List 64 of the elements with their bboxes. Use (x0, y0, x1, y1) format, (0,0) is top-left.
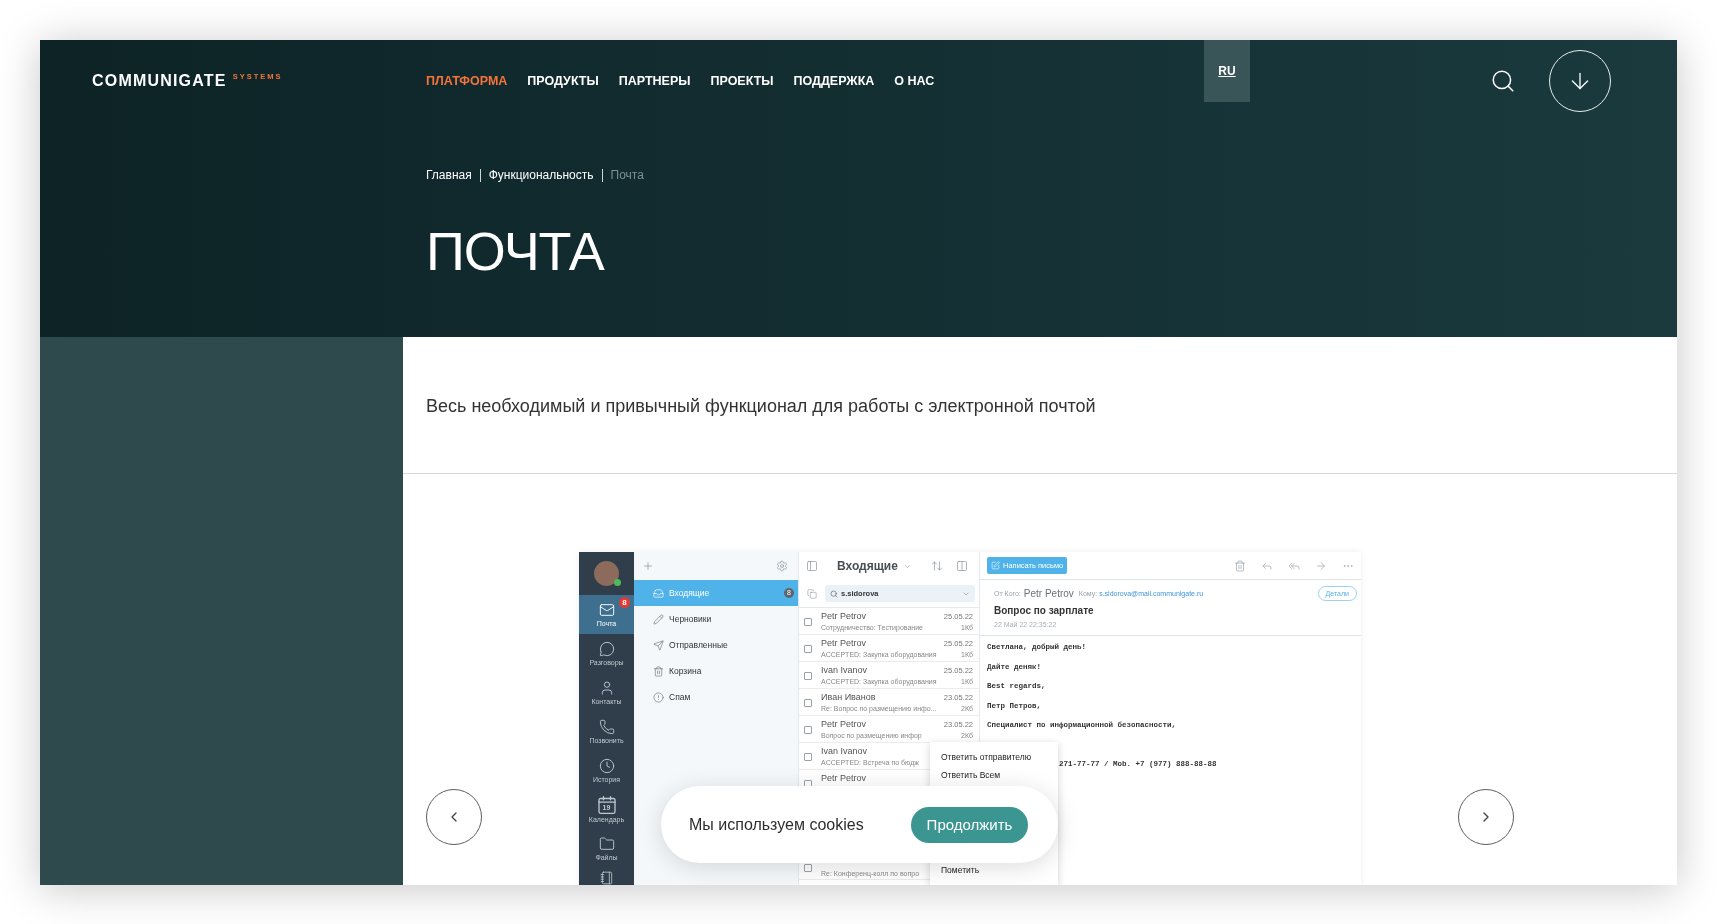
checkbox[interactable] (804, 864, 812, 872)
panel-icon[interactable] (806, 560, 818, 572)
breadcrumb-link[interactable]: Функциональность (488, 167, 594, 183)
checkbox[interactable] (804, 753, 812, 761)
alert-icon (653, 691, 664, 703)
search-icon (830, 589, 838, 598)
nav-link[interactable]: ПРОДУКТЫ (527, 73, 599, 89)
folder-item[interactable]: Отправленные (634, 632, 798, 658)
accept-cookies-button[interactable]: Продолжить (911, 806, 1028, 843)
arrow-right-icon[interactable] (1315, 559, 1327, 572)
trash-icon[interactable] (1234, 559, 1246, 572)
sender-name: Petr Petrov (821, 638, 867, 649)
nav-link[interactable]: ПЛАТФОРМА (426, 73, 508, 89)
sort-icon[interactable] (931, 560, 943, 572)
page-description: Весь необходимый и привычный функционал для работы с электронной почтой (426, 395, 1096, 418)
envelope-icon (598, 601, 615, 618)
plus-icon[interactable] (642, 560, 654, 572)
checkbox[interactable] (804, 618, 812, 626)
checkbox[interactable] (804, 672, 812, 680)
phone-icon (598, 718, 615, 735)
pencil-icon (653, 613, 664, 625)
notebook-icon[interactable] (599, 871, 614, 885)
nav-link[interactable]: ПРОЕКТЫ (710, 73, 774, 89)
sender-name: Petr Petrov (821, 611, 867, 622)
menu-item[interactable]: Пометить (941, 865, 980, 875)
email-subject: Вопрос по зарплате (994, 604, 1094, 618)
speech-bubble-icon (598, 640, 615, 657)
avatar[interactable] (594, 561, 619, 586)
folder-item[interactable]: Корзина (634, 658, 798, 684)
folder-icon (598, 835, 615, 852)
nav-link[interactable]: О НАС (894, 73, 935, 89)
columns-icon[interactable] (956, 560, 968, 572)
sender-name: Ivan Ivanov (821, 665, 868, 676)
checkbox[interactable] (804, 726, 812, 734)
settings-icon[interactable] (776, 560, 788, 572)
nav-link[interactable]: ПОДДЕРЖКА (793, 73, 875, 89)
language-switch[interactable]: RU (1204, 40, 1250, 102)
breadcrumb-link[interactable]: Главная (426, 167, 472, 183)
checkbox[interactable] (804, 699, 812, 707)
folder-item[interactable]: Черновики (634, 606, 798, 632)
copy-icon[interactable] (807, 588, 817, 599)
menu-item[interactable]: Ответить Всем (941, 770, 1001, 780)
sender-name: Petr Petrov (1023, 587, 1074, 600)
inbox-icon (653, 587, 664, 599)
paper-plane-icon (653, 639, 664, 651)
page-title: ПОЧТА (426, 224, 604, 278)
calendar-icon (597, 795, 616, 814)
trash-icon (653, 665, 664, 677)
menu-item[interactable]: Ответить отправителю (941, 752, 1032, 762)
breadcrumb-current: Почта (610, 167, 644, 183)
sender-name: Petr Petrov (821, 773, 867, 784)
checkbox[interactable] (804, 645, 812, 653)
folder-item[interactable]: Спам (634, 684, 798, 710)
logo-wordmark[interactable]: COMMUNIGATE (92, 71, 227, 91)
search-icon[interactable] (1490, 68, 1516, 94)
nav-link[interactable]: ПАРТНЕРЫ (618, 73, 691, 89)
sender-name: Ivan Ivanov (821, 746, 868, 757)
cookie-message: Мы используем cookies (689, 814, 864, 835)
notification-badge: 8 (619, 597, 630, 608)
sender-name: Иван Иванов (821, 692, 876, 703)
sender-name: Petr Petrov (821, 719, 867, 730)
folder-title: Входящие (837, 559, 898, 573)
clock-icon (598, 757, 615, 774)
edit-icon (991, 561, 1000, 570)
